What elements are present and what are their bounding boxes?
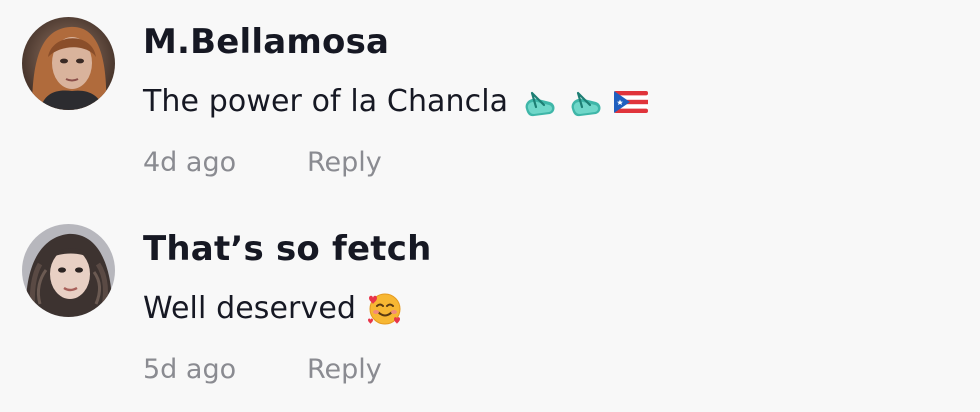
comment-username[interactable]: M.Bellamosa bbox=[143, 20, 389, 64]
avatar-image bbox=[22, 17, 115, 110]
avatar[interactable] bbox=[22, 224, 115, 317]
comment-timestamp: 5d ago bbox=[143, 353, 237, 385]
comment-text-row: The power of la Chancla bbox=[143, 80, 650, 124]
comment-username[interactable]: That’s so fetch bbox=[143, 227, 431, 271]
smiling-face-with-hearts-icon bbox=[366, 290, 404, 328]
comment-meta: 5d ago Reply bbox=[143, 349, 382, 389]
flip-flop-icon bbox=[520, 83, 558, 121]
reply-button[interactable]: Reply bbox=[307, 147, 382, 178]
comment-timestamp: 4d ago bbox=[143, 146, 237, 178]
comment-text-row: Well deserved bbox=[143, 287, 404, 331]
puerto-rico-flag-icon bbox=[612, 83, 650, 121]
comment-item: M.Bellamosa The power of la Chancla 4d a… bbox=[0, 0, 980, 200]
comment-text: The power of la Chancla bbox=[143, 84, 509, 119]
comment-item: That’s so fetch Well deserved 5d ago Rep… bbox=[0, 207, 980, 407]
comment-text: Well deserved bbox=[143, 291, 357, 326]
avatar-image bbox=[22, 224, 115, 317]
flip-flop-icon bbox=[566, 83, 604, 121]
avatar[interactable] bbox=[22, 17, 115, 110]
reply-button[interactable]: Reply bbox=[307, 354, 382, 385]
comment-meta: 4d ago Reply bbox=[143, 142, 382, 182]
